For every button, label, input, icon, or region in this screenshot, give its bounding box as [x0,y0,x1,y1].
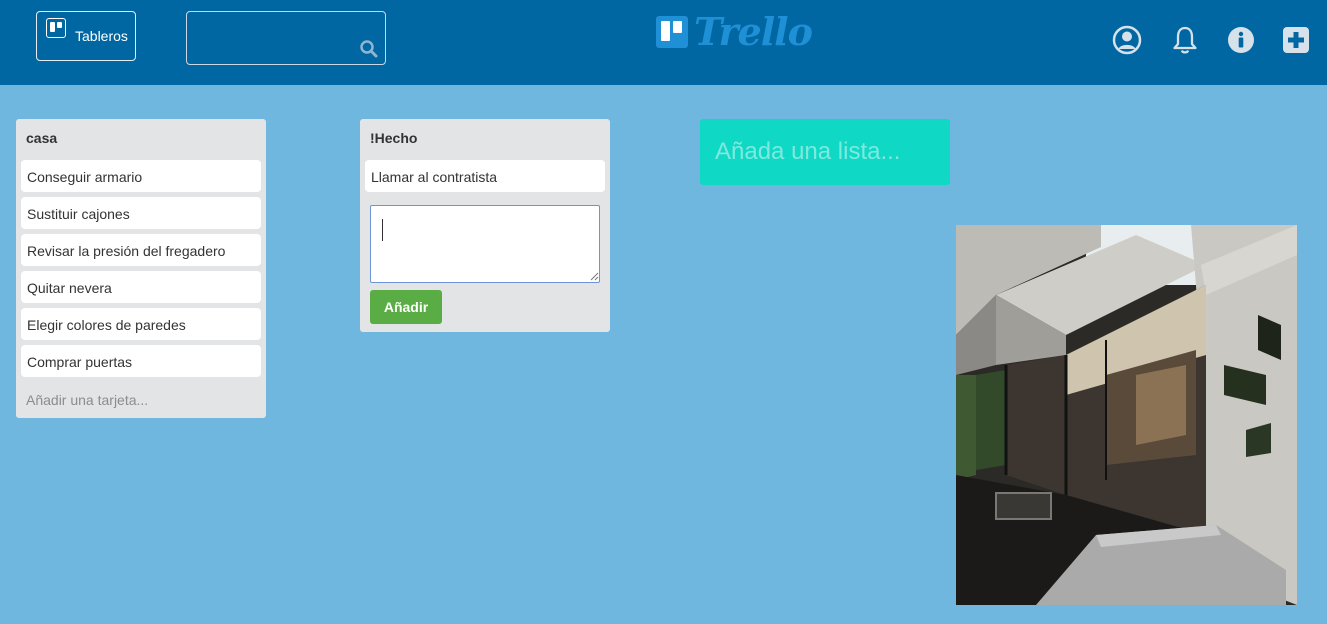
add-list-label: Añada una lista... [715,138,901,165]
trello-logo-icon [656,16,688,48]
text-caret [382,219,383,241]
card[interactable]: Revisar la presión del fregadero [21,234,261,266]
card[interactable]: Sustituir cajones [21,197,261,229]
card[interactable]: Comprar puertas [21,345,261,377]
boards-button[interactable]: Tableros [36,11,136,61]
card-composer-textarea[interactable] [370,205,600,283]
list-title: casa [26,130,58,146]
list-casa: casa Conseguir armario Sustituir cajones… [16,119,266,418]
resize-grip-icon[interactable] [590,272,599,281]
trello-logo[interactable]: Trello [656,12,813,52]
user-circle-icon[interactable] [1112,25,1142,55]
logo-text: Trello [694,9,813,54]
top-header: Tableros Trello [0,0,1327,85]
add-card-link[interactable]: Añadir una tarjeta... [26,392,148,408]
add-list-button[interactable]: Añada una lista... [700,119,950,185]
card[interactable]: Elegir colores de paredes [21,308,261,340]
board-photo [956,225,1297,605]
bell-icon[interactable] [1170,25,1200,55]
search-input[interactable] [187,12,385,64]
search-icon[interactable] [359,39,379,59]
card[interactable]: Quitar nevera [21,271,261,303]
search-box[interactable] [186,11,386,65]
list-hecho: !Hecho Llamar al contratista Añadir [360,119,610,332]
card[interactable]: Conseguir armario [21,160,261,192]
card[interactable]: Llamar al contratista [365,160,605,192]
boards-label: Tableros [75,28,128,44]
add-card-button[interactable]: Añadir [370,290,442,324]
plus-square-icon[interactable] [1281,25,1311,55]
board-icon [46,18,66,38]
list-title: !Hecho [370,130,418,146]
info-icon[interactable] [1226,25,1256,55]
